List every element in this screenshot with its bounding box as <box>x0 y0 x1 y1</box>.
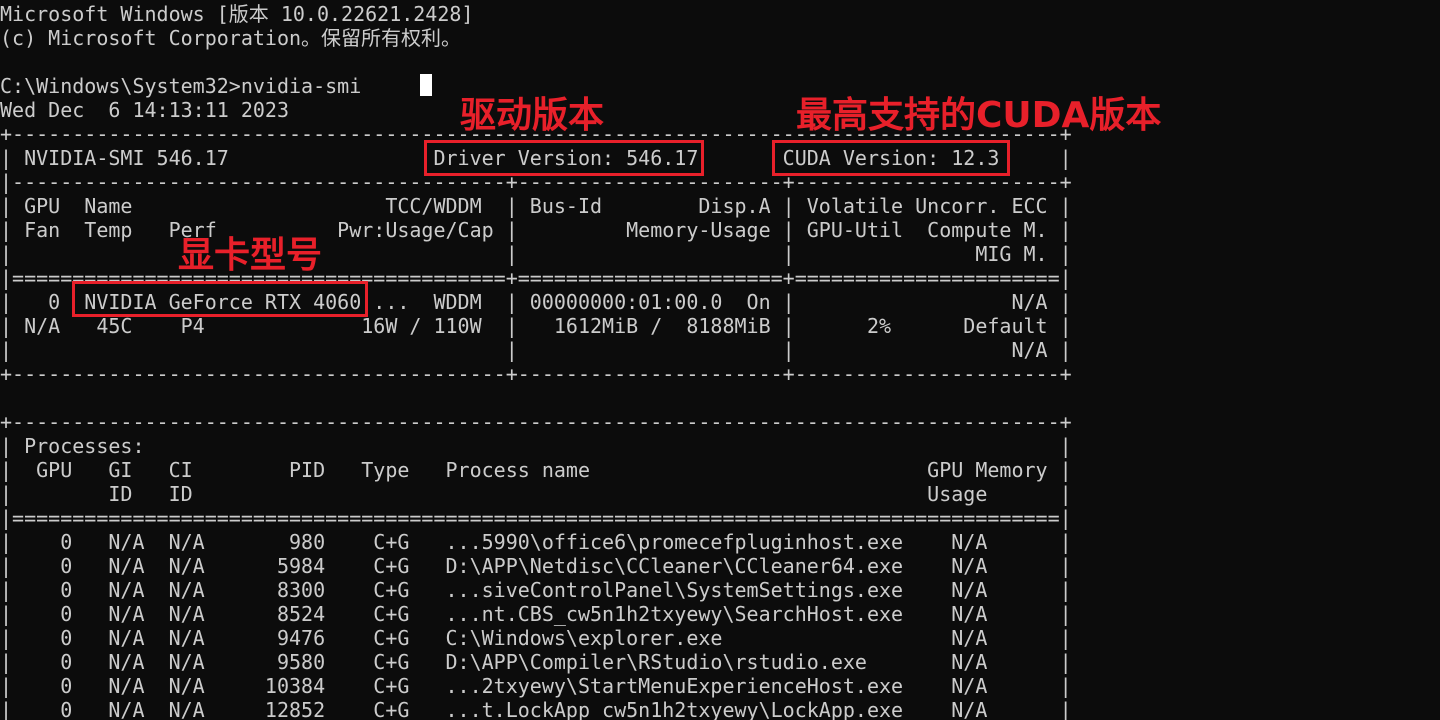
driver-version-annotation: 驱动版本 <box>460 95 605 136</box>
cuda-version-highlight-box <box>772 140 1010 176</box>
process-row: | 0 N/A N/A 9476 C+G C:\Windows\explorer… <box>0 626 1072 650</box>
process-row: | 0 N/A N/A 8300 C+G ...siveControlPanel… <box>0 578 1072 602</box>
processes-header-line: | GPU GI CI PID Type Process name GPU Me… <box>0 458 1072 482</box>
process-row: | 0 N/A N/A 8524 C+G ...nt.CBS_cw5n1h2tx… <box>0 602 1072 626</box>
command-prompt-line: C:\Windows\System32>nvidia-smi <box>0 74 362 98</box>
process-row: | 0 N/A N/A 12852 C+G ...t.LockApp_cw5n1… <box>0 698 1072 720</box>
processes-header-line: | ID ID Usage | <box>0 482 1072 506</box>
terminal-line: (c) Microsoft Corporation。保留所有权利。 <box>0 26 462 50</box>
process-row: | 0 N/A N/A 980 C+G ...5990\office6\prom… <box>0 530 1072 554</box>
gpu-model-highlight-box <box>72 281 368 317</box>
gpu-header-line: | GPU Name TCC/WDDM | Bus-Id Disp.A | Vo… <box>0 194 1072 218</box>
terminal-line: Microsoft Windows [版本 10.0.22621.2428] <box>0 2 474 26</box>
cuda-version-annotation: 最高支持的CUDA版本 <box>796 95 1162 136</box>
gpu-row-line: | | | N/A | <box>0 338 1072 362</box>
table-border: +---------------------------------------… <box>0 410 1072 434</box>
gpu-header-line: | Fan Temp Perf Pwr:Usage/Cap | Memory-U… <box>0 218 1072 242</box>
driver-version-highlight-box <box>424 140 704 176</box>
table-border: +---------------------------------------… <box>0 362 1072 386</box>
process-row: | 0 N/A N/A 5984 C+G D:\APP\Netdisc\CCle… <box>0 554 1072 578</box>
gpu-header-line: | | | MIG M. | <box>0 242 1072 266</box>
text-cursor <box>420 74 432 96</box>
processes-title-line: | Processes: | <box>0 434 1072 458</box>
terminal-window[interactable]: Microsoft Windows [版本 10.0.22621.2428] (… <box>0 0 1440 720</box>
process-row: | 0 N/A N/A 10384 C+G ...2txyewy\StartMe… <box>0 674 1072 698</box>
table-border: |=======================================… <box>0 506 1072 530</box>
gpu-model-annotation: 显卡型号 <box>178 235 323 276</box>
gpu-row-line: | N/A 45C P4 16W / 110W | 1612MiB / 8188… <box>0 314 1072 338</box>
timestamp-line: Wed Dec 6 14:13:11 2023 <box>0 98 289 122</box>
process-row: | 0 N/A N/A 9580 C+G D:\APP\Compiler\RSt… <box>0 650 1072 674</box>
